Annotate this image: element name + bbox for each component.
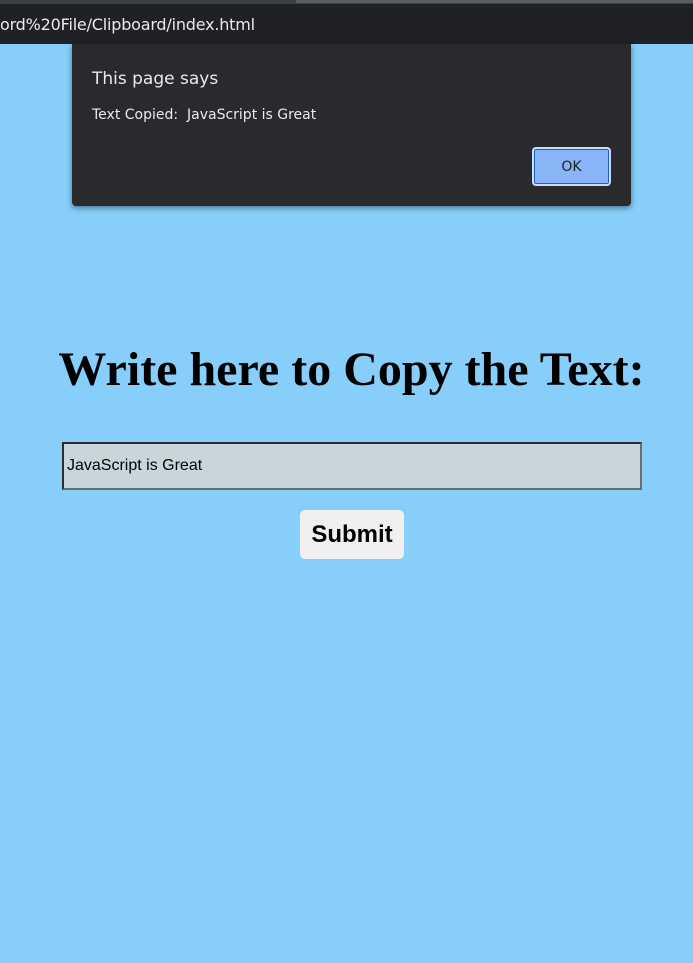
copy-text-input[interactable]	[62, 442, 642, 490]
browser-tab-edge	[296, 0, 693, 3]
alert-dialog: This page says Text Copied: JavaScript i…	[72, 44, 631, 206]
address-bar[interactable]: ord%20File/Clipboard/index.html	[0, 4, 693, 44]
submit-button[interactable]: Submit	[300, 510, 404, 559]
url-text[interactable]: ord%20File/Clipboard/index.html	[0, 15, 255, 34]
ok-button[interactable]: OK	[532, 147, 611, 186]
dialog-title: This page says	[92, 69, 219, 89]
dialog-message: Text Copied: JavaScript is Great	[92, 107, 317, 123]
page-heading: Write here to Copy the Text:	[58, 343, 645, 396]
